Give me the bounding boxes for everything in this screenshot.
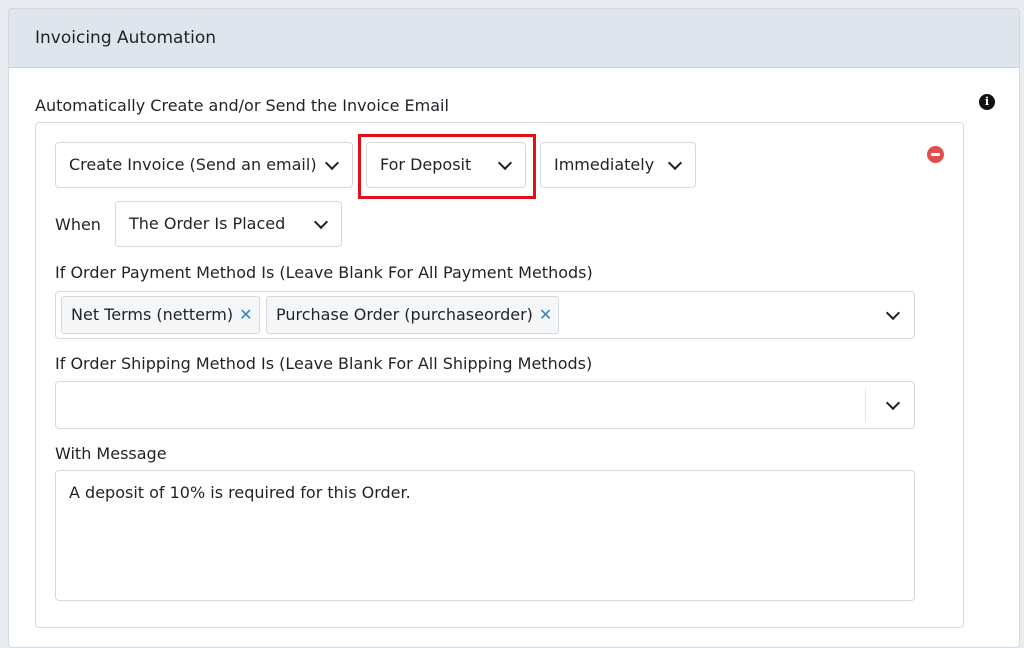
chevron-down-icon xyxy=(667,155,683,171)
action-select-value: Create Invoice (Send an email) xyxy=(69,155,317,174)
section-label: Automatically Create and/or Send the Inv… xyxy=(35,96,449,115)
chevron-down-icon[interactable] xyxy=(885,395,901,411)
timing-select-value: Immediately xyxy=(554,155,655,174)
panel-title: Invoicing Automation xyxy=(35,28,217,48)
divider xyxy=(865,388,866,422)
payment-tag: Purchase Order (purchaseorder) ✕ xyxy=(266,296,560,334)
remove-circle-icon[interactable] xyxy=(927,146,944,163)
message-textarea[interactable]: A deposit of 10% is required for this Or… xyxy=(55,470,915,601)
chevron-down-icon[interactable] xyxy=(885,305,901,321)
when-select-value: The Order Is Placed xyxy=(129,214,286,233)
timing-select[interactable]: Immediately xyxy=(540,142,696,188)
payment-tag-label: Purchase Order (purchaseorder) xyxy=(276,305,533,324)
when-select[interactable]: The Order Is Placed xyxy=(115,201,342,247)
payment-method-label: If Order Payment Method Is (Leave Blank … xyxy=(55,263,593,282)
payment-method-multiselect[interactable]: Net Terms (netterm) ✕ Purchase Order (pur… xyxy=(55,291,915,339)
shipping-method-label: If Order Shipping Method Is (Leave Blank… xyxy=(55,354,593,373)
invoicing-automation-panel: Invoicing Automation Automatically Creat… xyxy=(8,8,1020,648)
action-select[interactable]: Create Invoice (Send an email) xyxy=(55,142,353,188)
payment-tag-label: Net Terms (netterm) xyxy=(71,305,234,324)
chevron-down-icon xyxy=(313,214,329,230)
highlight-box xyxy=(358,134,536,199)
when-label: When xyxy=(55,215,101,234)
message-label: With Message xyxy=(55,444,167,463)
chevron-down-icon xyxy=(324,155,340,171)
info-icon[interactable]: i xyxy=(979,94,995,110)
close-icon[interactable]: ✕ xyxy=(239,297,252,333)
shipping-method-multiselect[interactable] xyxy=(55,381,915,429)
payment-tag: Net Terms (netterm) ✕ xyxy=(61,296,260,334)
panel-header: Invoicing Automation xyxy=(9,9,1019,68)
close-icon[interactable]: ✕ xyxy=(539,297,552,333)
